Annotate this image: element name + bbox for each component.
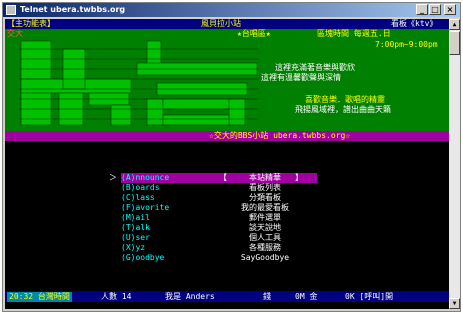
current-board: 看板《ktv》 — [391, 19, 438, 28]
status-user-id: 我是 Anders — [165, 292, 215, 301]
minimize-button[interactable]: _ — [416, 4, 428, 15]
hot-label: ★台唱區★ — [237, 29, 271, 38]
telnet-window: Telnet ubera.twbbs.org _ □ × 【主功能表】 風貝拉小… — [2, 2, 461, 312]
banner-line-2: 這裡有溫馨歡聲與深情 — [261, 73, 341, 82]
menu-desc-favorite: 我的最愛看板 — [241, 203, 289, 212]
menu-desc-talk: 談天說地 — [249, 223, 281, 232]
menu-item-talk[interactable]: (T)alk — [121, 223, 201, 233]
site-name: 風貝拉小站 — [201, 19, 241, 28]
title-bar[interactable]: Telnet ubera.twbbs.org _ □ × — [3, 3, 460, 17]
menu-title: 【主功能表】 — [7, 19, 55, 28]
menu-item-class[interactable]: (C)lass — [121, 193, 201, 203]
menu-desc-goodbye: SayGoodbye — [240, 253, 290, 262]
banner-line-3: 喜歡音樂．歌唱的精靈 — [305, 95, 385, 104]
status-gold: 0M 金 — [295, 292, 318, 301]
scroll-thumb[interactable] — [449, 31, 460, 55]
menu-item-boards[interactable]: (B)oards — [121, 183, 201, 193]
menu-item-user[interactable]: (U)ser — [121, 233, 201, 243]
banner-footer: ☆交大的BBS小站 ubera.twbbs.org☆ — [209, 131, 351, 140]
event-time-range: 7:00pm~9:00pm — [375, 40, 438, 49]
status-money-label: 錢 — [263, 292, 271, 301]
event-time-label: 區塊時間 每週五.日 — [317, 29, 391, 38]
menu-item-announce[interactable]: (A)nnounce — [121, 173, 201, 183]
banner-line-1: 這裡充滿著音樂與歡欣 — [275, 63, 355, 72]
menu-desc-announce: 本站精華 — [249, 173, 281, 182]
menu-desc-xyz: 各種服務 — [249, 243, 281, 252]
status-time: 20:32 台灣時間 — [7, 292, 72, 302]
scroll-up-arrow-icon[interactable]: ▲ — [449, 19, 460, 30]
maximize-button[interactable]: □ — [429, 4, 441, 15]
menu-desc-user: 個人工具 — [249, 233, 281, 242]
menu-item-mail[interactable]: (M)ail — [121, 213, 201, 223]
menu-desc-class: 分類看板 — [249, 193, 281, 202]
window-title: Telnet ubera.twbbs.org — [20, 5, 126, 14]
menu-item-xyz[interactable]: (X)yz — [121, 243, 201, 253]
status-pager: 0K [呼叫]開 — [345, 292, 394, 301]
close-button[interactable]: × — [444, 4, 456, 15]
menu-cursor: ＞ — [109, 173, 117, 182]
bracket-open: 【 — [219, 173, 227, 182]
telnet-app-icon — [6, 5, 16, 15]
menu-item-favorite[interactable]: (F)avorite — [121, 203, 201, 213]
menu-desc-boards: 看板列表 — [249, 183, 281, 192]
terminal-screen[interactable]: 【主功能表】 風貝拉小站 看板《ktv》 交大 ★台唱區★ 區塊時間 每週五.日… — [5, 19, 449, 309]
vertical-scrollbar[interactable]: ▲ ▼ — [449, 19, 460, 309]
menu-desc-mail: 郵件選單 — [249, 213, 281, 222]
ascii-art-logo — [19, 40, 259, 126]
banner-line-4: 飛揚風域裡，譜出曲曲天籟 — [295, 105, 391, 114]
status-users: 人數 14 — [101, 292, 132, 301]
scroll-down-arrow-icon[interactable]: ▼ — [449, 298, 460, 309]
menu-item-goodbye[interactable]: (G)oodbye — [121, 253, 201, 263]
banner-corner-text: 交大 — [7, 29, 23, 38]
